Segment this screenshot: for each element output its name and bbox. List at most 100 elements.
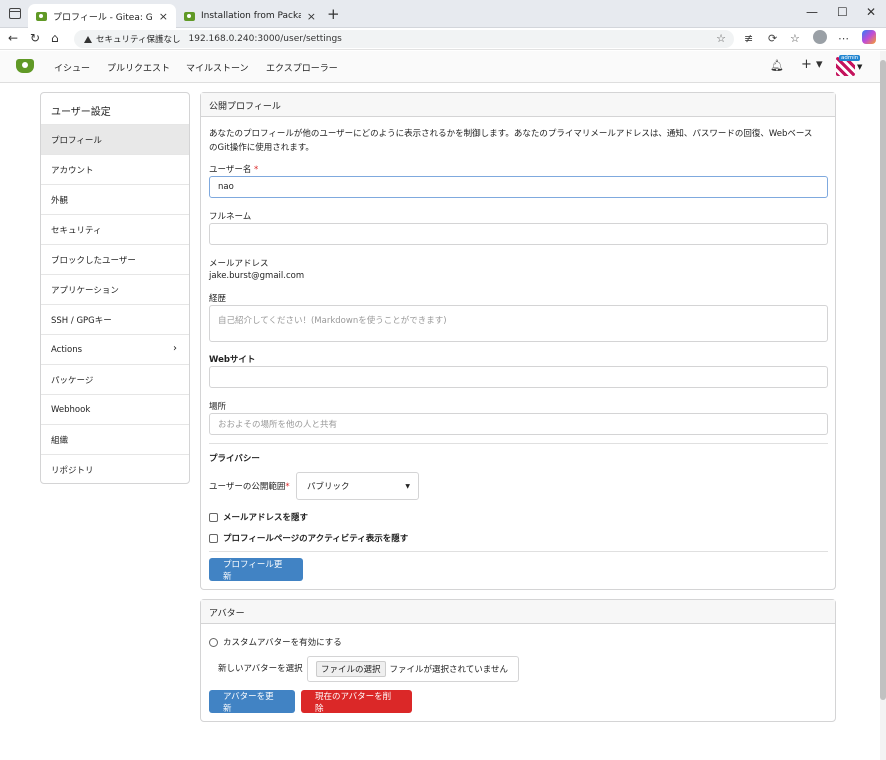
sidebar-item-label: Webhook xyxy=(51,404,91,415)
update-avatar-button[interactable]: アバターを更新 xyxy=(209,690,295,714)
maximize-icon[interactable]: ☐ xyxy=(837,5,848,19)
address-bar-row: ← ↻ ⌂ セキュリティ保護なし 192.168.0.240:3000/user… xyxy=(0,28,886,50)
home-icon[interactable]: ⌂ xyxy=(51,31,59,45)
read-aloud-icon[interactable]: ≢ xyxy=(744,32,753,45)
sidebar-item-label: 外観 xyxy=(51,195,69,206)
close-icon[interactable]: × xyxy=(159,10,168,23)
sidebar-item-actions[interactable]: Actions › xyxy=(41,335,189,365)
chevron-down-icon[interactable]: ▼ xyxy=(857,63,862,71)
location-input[interactable]: おおよその場所を他の人と共有 xyxy=(209,413,828,435)
gitea-favicon-icon xyxy=(184,11,195,21)
nav-explore[interactable]: エクスプローラー xyxy=(266,61,338,74)
star-icon[interactable]: ☆ xyxy=(716,32,726,45)
sidebar-item-label: パッケージ xyxy=(51,375,94,386)
required-marker: * xyxy=(254,165,259,175)
visibility-select[interactable]: パブリック ▼ xyxy=(296,472,419,500)
username-input[interactable]: nao xyxy=(209,176,828,198)
back-icon[interactable]: ← xyxy=(8,31,18,45)
divider xyxy=(209,551,828,552)
bio-textarea[interactable]: 自己紹介してください！(Markdownを使うことができます) xyxy=(209,305,828,342)
sidebar-item-ssh-gpg[interactable]: SSH / GPGキー xyxy=(41,305,189,335)
minimize-icon[interactable]: — xyxy=(806,5,818,19)
sidebar-item-organizations[interactable]: 組織 xyxy=(41,425,189,455)
custom-avatar-radio[interactable]: カスタムアバターを有効にする xyxy=(209,636,342,648)
checkbox-label: メールアドレスを隠す xyxy=(223,513,309,523)
browser-profile-icon[interactable] xyxy=(813,30,827,44)
browser-tab-bar: プロフィール - Gitea: Git with a cup o × Insta… xyxy=(0,0,886,28)
hide-activity-checkbox[interactable]: プロフィールページのアクティビティ表示を隠す xyxy=(209,532,408,544)
admin-badge: admin xyxy=(839,55,861,61)
insecure-label[interactable]: セキュリティ保護なし xyxy=(96,33,181,45)
panel-title: 公開プロフィール xyxy=(201,93,835,117)
bell-icon[interactable]: 🔔︎ xyxy=(770,59,784,72)
window-menu-icon[interactable] xyxy=(9,8,21,19)
gitea-logo-icon[interactable] xyxy=(16,59,34,73)
favorites-icon[interactable]: ☆ xyxy=(790,32,800,45)
sidebar-item-label: ブロックしたユーザー xyxy=(51,255,136,266)
checkbox-box[interactable] xyxy=(209,512,218,522)
sidebar-item-label: プロフィール xyxy=(51,135,102,146)
nav-pulls[interactable]: プルリクエスト xyxy=(107,61,170,74)
reload-icon[interactable]: ↻ xyxy=(30,31,40,45)
radio-label: カスタムアバターを有効にする xyxy=(223,638,342,648)
copilot-icon[interactable] xyxy=(862,30,876,44)
visibility-label: ユーザーの公開範囲* xyxy=(209,482,290,492)
browser-tab-profile[interactable]: プロフィール - Gitea: Git with a cup o × xyxy=(28,4,176,28)
sidebar-item-security[interactable]: セキュリティ xyxy=(41,215,189,245)
sidebar-item-label: リポジトリ xyxy=(51,466,94,476)
username-label: ユーザー名 * xyxy=(209,165,259,175)
sidebar-item-blocked-users[interactable]: ブロックしたユーザー xyxy=(41,245,189,275)
hide-email-checkbox[interactable]: メールアドレスを隠す xyxy=(209,511,308,523)
sidebar-item-applications[interactable]: アプリケーション xyxy=(41,275,189,305)
close-window-icon[interactable]: ✕ xyxy=(866,5,876,19)
bio-label: 経歴 xyxy=(209,294,227,304)
chevron-right-icon: › xyxy=(173,343,177,354)
public-profile-panel: 公開プロフィール あなたのプロフィールが他のユーザーにどのように表示されるかを制… xyxy=(200,92,836,590)
sidebar-item-packages[interactable]: パッケージ xyxy=(41,365,189,395)
sidebar-item-profile[interactable]: プロフィール xyxy=(41,125,189,155)
gitea-navbar: イシュー プルリクエスト マイルストーン エクスプローラー 🔔︎ + ▾ adm… xyxy=(0,51,880,83)
url-text: 192.168.0.240:3000/user/settings xyxy=(188,34,342,44)
update-profile-button[interactable]: プロフィール更新 xyxy=(209,558,303,582)
sidebar-item-webhook[interactable]: Webhook xyxy=(41,395,189,425)
sidebar-item-label: 組織 xyxy=(51,435,69,446)
description-line: のGit操作に使用されます。 xyxy=(209,143,314,153)
scrollbar-thumb[interactable] xyxy=(880,60,886,700)
new-avatar-label: 新しいアバターを選択 xyxy=(218,664,303,674)
choose-file-button[interactable]: ファイルの選択 xyxy=(316,661,386,677)
avatar-panel: アバター カスタムアバターを有効にする 新しいアバターを選択 ファイルの選択 フ… xyxy=(200,599,836,722)
nav-issues[interactable]: イシュー xyxy=(54,61,90,74)
browser-tab-installation[interactable]: Installation from Package | Gitea D × xyxy=(176,4,324,28)
new-tab-icon[interactable]: + xyxy=(327,5,340,23)
nav-milestones[interactable]: マイルストーン xyxy=(186,61,249,74)
caret-down-icon: ▼ xyxy=(405,483,410,490)
warning-icon xyxy=(84,35,92,43)
url-input[interactable]: セキュリティ保護なし 192.168.0.240:3000/user/setti… xyxy=(74,30,734,48)
sidebar-header: ユーザー設定 xyxy=(41,93,189,125)
location-label: 場所 xyxy=(209,402,227,412)
tab-title: プロフィール - Gitea: Git with a cup o xyxy=(53,12,153,23)
email-value: jake.burst@gmail.com xyxy=(209,271,305,281)
checkbox-label: プロフィールページのアクティビティ表示を隠す xyxy=(223,534,409,544)
file-status: ファイルが選択されていません xyxy=(389,665,509,675)
settings-sidebar: ユーザー設定 プロフィール アカウント 外観 セキュリティ ブロックしたユーザー… xyxy=(40,92,190,484)
avatar-file-input[interactable]: ファイルの選択 ファイルが選択されていません xyxy=(307,656,519,682)
fullname-input[interactable] xyxy=(209,223,828,245)
sidebar-item-account[interactable]: アカウント xyxy=(41,155,189,185)
description-line: あなたのプロフィールが他のユーザーにどのように表示されるかを制御します。あなたの… xyxy=(209,129,813,139)
sidebar-item-label: アプリケーション xyxy=(51,285,119,296)
more-icon[interactable]: ⋯ xyxy=(838,32,849,45)
website-label: Webサイト xyxy=(209,355,256,365)
profile-description: あなたのプロフィールが他のユーザーにどのように表示されるかを制御します。あなたの… xyxy=(209,127,829,155)
checkbox-box[interactable] xyxy=(209,533,218,543)
tab-title: Installation from Package | Gitea D xyxy=(201,11,301,21)
sidebar-item-label: セキュリティ xyxy=(51,225,102,236)
create-plus-icon[interactable]: + ▾ xyxy=(801,57,823,72)
website-input[interactable] xyxy=(209,366,828,388)
sidebar-item-appearance[interactable]: 外観 xyxy=(41,185,189,215)
radio-circle[interactable] xyxy=(209,637,218,647)
close-icon[interactable]: × xyxy=(307,10,316,23)
sidebar-item-repositories[interactable]: リポジトリ xyxy=(41,455,189,485)
extensions-icon[interactable]: ⟳ xyxy=(768,32,777,45)
delete-avatar-button[interactable]: 現在のアバターを削除 xyxy=(301,690,412,714)
